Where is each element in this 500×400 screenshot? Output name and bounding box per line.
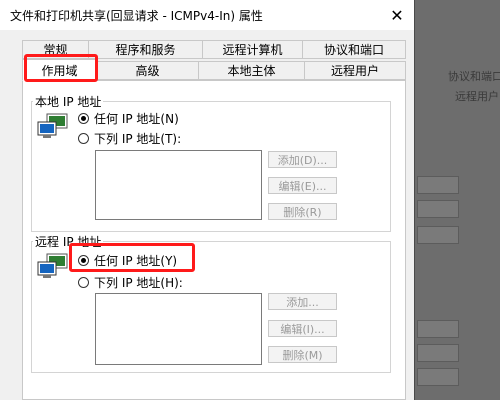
background-text: 远程用户: [455, 90, 499, 103]
local-edit-button[interactable]: 编辑(E)...: [268, 177, 337, 194]
properties-dialog: 文件和打印机共享(回显请求 - ICMPv4-In) 属性 ✕ 常规 程序和服务…: [0, 0, 415, 400]
radio-button: [78, 277, 89, 288]
remote-remove-button[interactable]: 删除(M): [268, 346, 337, 363]
local-any-ip-radio[interactable]: 任何 IP 地址(N): [78, 110, 179, 127]
button-label: 添加(D)...: [277, 153, 328, 167]
network-computers-icon: [37, 253, 68, 278]
radio-button: [78, 113, 89, 124]
radio-button: [78, 133, 89, 144]
button-label: 编辑(E)...: [278, 179, 327, 193]
tab-label: 常规: [43, 43, 68, 57]
tab-remote-users[interactable]: 远程用户: [304, 61, 406, 80]
remote-any-ip-label: 任何 IP 地址(Y): [94, 254, 178, 268]
background-window: 协议和端口 远程用户: [415, 0, 500, 400]
tab-label: 远程计算机: [222, 43, 283, 57]
local-ip-legend: 本地 IP 地址: [33, 93, 104, 110]
tab-scope[interactable]: 作用域: [22, 59, 97, 81]
background-button: [417, 176, 459, 194]
title-bar: 文件和打印机共享(回显请求 - ICMPv4-In) 属性 ✕: [0, 0, 414, 30]
tab-advanced[interactable]: 高级: [96, 61, 199, 80]
local-add-button[interactable]: 添加(D)...: [268, 151, 337, 168]
button-label: 编辑(I)...: [280, 322, 325, 336]
tab-label: 高级: [135, 64, 160, 78]
background-button: [417, 368, 459, 386]
remote-ip-legend: 远程 IP 地址: [33, 233, 104, 250]
radio-button: [78, 255, 89, 266]
tab-label: 作用域: [41, 63, 78, 78]
tab-programs-services[interactable]: 程序和服务: [88, 40, 203, 59]
close-icon: ✕: [390, 5, 404, 25]
button-label: 添加...: [286, 295, 319, 309]
background-button: [417, 226, 459, 244]
tab-label: 远程用户: [330, 64, 379, 78]
button-label: 删除(R): [283, 205, 322, 219]
remote-any-ip-radio[interactable]: 任何 IP 地址(Y): [78, 252, 177, 269]
remote-list-ip-radio[interactable]: 下列 IP 地址(H):: [78, 274, 183, 291]
button-label: 删除(M): [282, 348, 323, 362]
tab-protocols-ports[interactable]: 协议和端口: [302, 40, 406, 59]
local-list-ip-label: 下列 IP 地址(T):: [94, 132, 182, 146]
background-button: [417, 320, 459, 338]
tab-general[interactable]: 常规: [22, 40, 89, 59]
tab-label: 协议和端口: [323, 43, 384, 57]
remote-edit-button[interactable]: 编辑(I)...: [268, 320, 337, 337]
local-ip-listbox[interactable]: [95, 150, 262, 220]
local-any-ip-label: 任何 IP 地址(N): [94, 112, 179, 126]
dialog-title: 文件和打印机共享(回显请求 - ICMPv4-In) 属性: [10, 9, 263, 23]
remote-list-ip-label: 下列 IP 地址(H):: [94, 276, 183, 290]
background-button: [417, 344, 459, 362]
close-button[interactable]: ✕: [380, 0, 414, 30]
network-computers-icon: [37, 113, 68, 138]
tab-local-principals[interactable]: 本地主体: [198, 61, 305, 80]
local-remove-button[interactable]: 删除(R): [268, 203, 337, 220]
background-text: 协议和端口: [448, 70, 500, 83]
scope-tab-panel: 本地 IP 地址 任何 IP 地址(N) 下列 IP 地址(T): 添加(D).…: [22, 80, 406, 400]
tab-label: 本地主体: [227, 64, 276, 78]
local-list-ip-radio[interactable]: 下列 IP 地址(T):: [78, 130, 181, 147]
tab-label: 程序和服务: [115, 43, 176, 57]
remote-ip-listbox[interactable]: [95, 293, 262, 365]
remote-add-button[interactable]: 添加...: [268, 293, 337, 310]
tab-remote-computers[interactable]: 远程计算机: [202, 40, 303, 59]
background-button: [417, 200, 459, 218]
